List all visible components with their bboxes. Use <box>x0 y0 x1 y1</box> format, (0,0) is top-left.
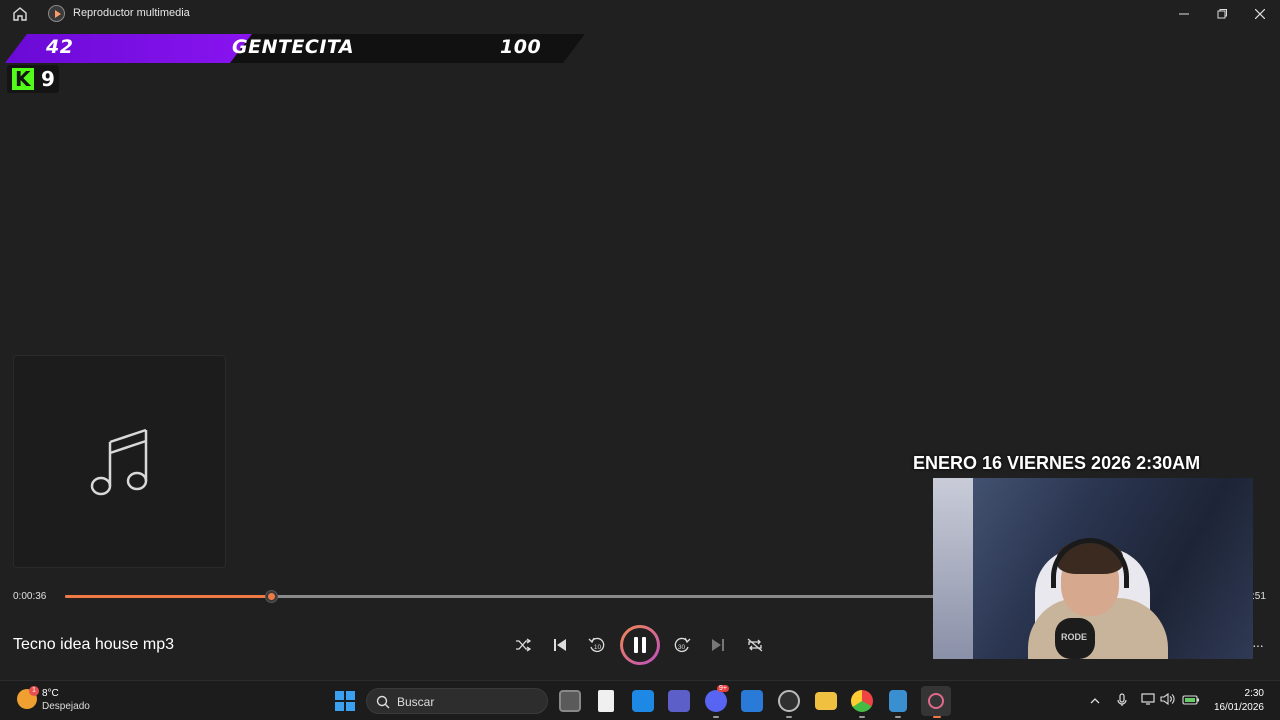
weather-alert-badge: 1 <box>29 686 39 696</box>
music-note-icon <box>90 428 148 496</box>
total-time: :51 <box>1252 591 1266 602</box>
score-bar-purple <box>5 34 260 63</box>
kick-viewer-count: 9 <box>41 67 55 91</box>
start-button[interactable] <box>335 691 355 711</box>
next-button[interactable] <box>706 633 730 657</box>
home-icon[interactable] <box>11 5 29 23</box>
media-player-taskbar-icon[interactable] <box>921 686 951 716</box>
score-left: 42 <box>46 36 74 58</box>
window-title: Reproductor multimedia <box>73 7 190 19</box>
streamer-name: GENTECITA <box>232 36 355 58</box>
title-bar: Reproductor multimedia <box>0 0 1280 27</box>
pause-button-inner <box>623 628 657 662</box>
headset-icon <box>1051 538 1129 588</box>
start-logo-tile <box>346 691 355 700</box>
stream-score-bar: 42 GENTECITA 100 <box>5 34 585 63</box>
close-button[interactable] <box>1241 0 1279 27</box>
score-right: 100 <box>500 36 542 58</box>
mail-icon[interactable] <box>632 690 654 712</box>
microphone: RODE <box>1055 618 1095 659</box>
close-icon <box>1255 8 1265 19</box>
teams-icon[interactable] <box>668 690 690 712</box>
seek-bar-fill <box>65 595 271 598</box>
shuffle-icon <box>516 638 531 652</box>
shuffle-button[interactable] <box>511 633 535 657</box>
discord-icon[interactable]: 9+ <box>705 685 729 712</box>
forward-30-button[interactable]: 30 <box>670 633 694 657</box>
active-indicator <box>933 716 941 718</box>
running-indicator <box>786 716 792 718</box>
taskbar-search[interactable]: Buscar <box>366 688 548 714</box>
minimize-icon <box>1179 13 1189 14</box>
current-time: 0:00:36 <box>13 591 47 602</box>
kick-logo-icon <box>12 67 34 91</box>
song-title: Tecno idea house mp3 <box>13 636 174 653</box>
microphone-icon[interactable] <box>1114 693 1130 709</box>
forward-30-icon: 30 <box>674 637 691 653</box>
store-icon[interactable] <box>741 690 763 712</box>
battery-icon[interactable] <box>1181 693 1201 709</box>
svg-text:10: 10 <box>594 644 602 651</box>
taskbar: 1 8°C Despejado Buscar 9+ 2:30 16/01/202… <box>0 680 1280 720</box>
previous-button[interactable] <box>548 633 572 657</box>
pause-button[interactable] <box>620 625 660 665</box>
volume-icon[interactable] <box>1160 692 1176 709</box>
pause-icon <box>634 637 646 653</box>
seek-bar-thumb[interactable] <box>264 590 278 603</box>
start-logo-tile <box>346 702 355 711</box>
search-placeholder: Buscar <box>397 695 435 709</box>
minimize-button[interactable] <box>1165 0 1203 27</box>
network-icon[interactable] <box>1140 693 1156 709</box>
maximize-icon <box>1217 8 1227 18</box>
weather-description: Despejado <box>42 701 90 712</box>
notepad-icon[interactable] <box>598 690 614 712</box>
next-icon <box>712 639 724 651</box>
file-explorer-icon[interactable] <box>815 692 837 710</box>
weather-temperature: 8°C <box>42 688 59 699</box>
mic-brand-label: RODE <box>1061 632 1088 642</box>
kick-viewer-box: 9 <box>7 65 59 93</box>
clock-date[interactable]: 16/01/2026 <box>1208 702 1264 713</box>
obs-icon[interactable] <box>778 690 800 712</box>
running-indicator <box>895 716 901 718</box>
start-logo-tile <box>335 691 344 700</box>
webcam-shelf <box>933 478 973 659</box>
media-player-ring-icon <box>928 693 944 709</box>
running-indicator <box>713 716 719 718</box>
task-view-icon[interactable] <box>559 690 581 712</box>
more-options-button[interactable]: ··· <box>1252 637 1264 653</box>
discord-notification-badge: 9+ <box>717 685 729 692</box>
notepad-plus-icon[interactable] <box>889 690 907 712</box>
chrome-icon[interactable] <box>851 690 873 712</box>
clock-time[interactable]: 2:30 <box>1239 688 1264 699</box>
repeat-icon <box>747 638 763 652</box>
start-logo-tile <box>335 702 344 711</box>
media-player-app-icon <box>48 5 65 22</box>
chevron-up-icon[interactable] <box>1087 693 1103 709</box>
webcam-feed: RODE <box>933 478 1253 659</box>
stream-date-overlay: ENERO 16 VIERNES 2026 2:30AM <box>913 453 1201 473</box>
album-art <box>13 355 226 568</box>
previous-icon <box>554 639 566 651</box>
repeat-button[interactable] <box>743 633 767 657</box>
rewind-10-button[interactable]: 10 <box>585 633 609 657</box>
rewind-10-icon: 10 <box>588 637 605 653</box>
running-indicator <box>859 716 865 718</box>
svg-text:30: 30 <box>678 644 686 651</box>
search-icon <box>376 695 390 709</box>
maximize-button[interactable] <box>1203 0 1241 27</box>
